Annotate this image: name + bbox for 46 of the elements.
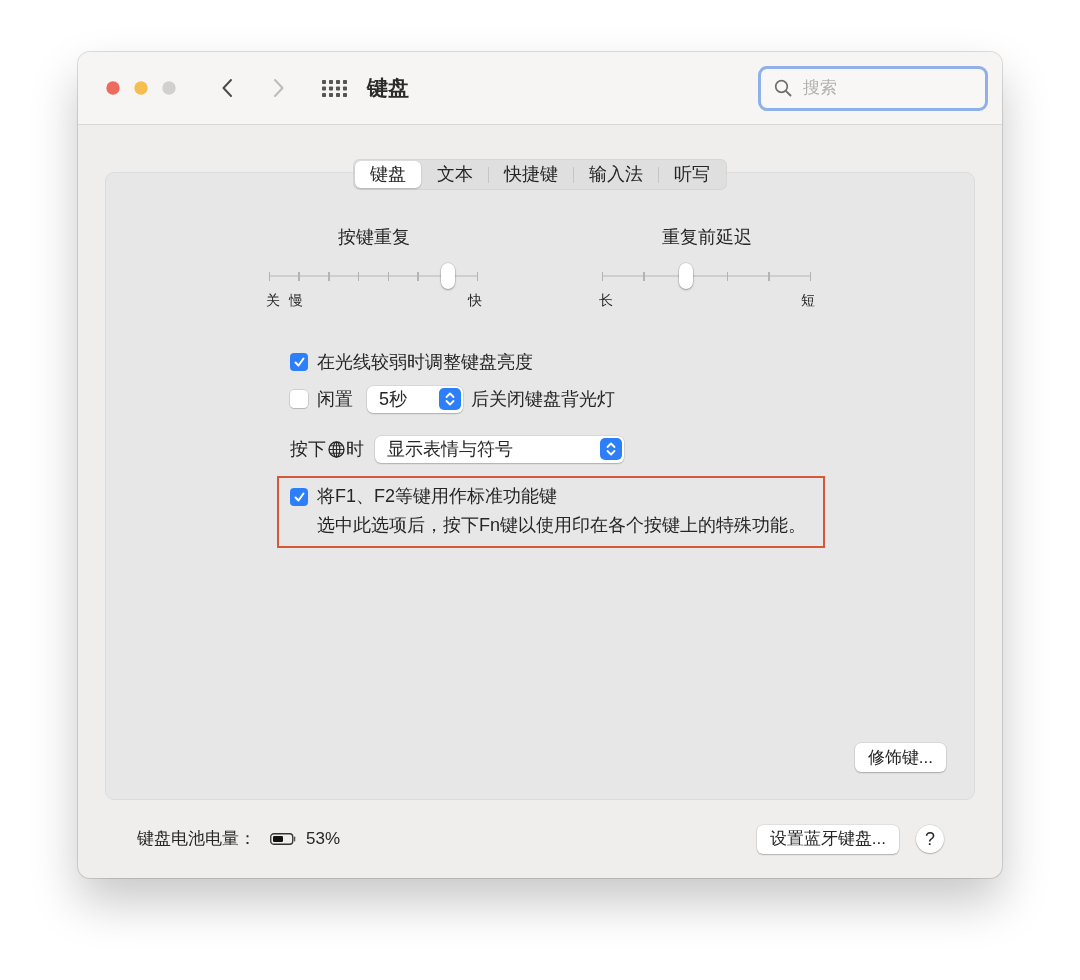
checkbox-label: 闲置 <box>317 387 353 411</box>
tab[interactable]: 输入法 <box>574 161 658 188</box>
window-title: 键盘 <box>367 75 409 102</box>
checkbox[interactable] <box>290 487 308 506</box>
checkbox[interactable] <box>290 353 308 371</box>
checkmark-icon <box>292 356 306 368</box>
slider-thumb[interactable] <box>678 263 693 289</box>
checkbox-label: 在光线较弱时调整键盘亮度 <box>317 350 533 374</box>
close-button[interactable] <box>106 81 120 95</box>
slider-track[interactable] <box>602 263 811 289</box>
tab[interactable]: 文本 <box>422 161 488 188</box>
option-description: 选中此选项后，按下Fn键以使用印在各个按键上的特殊功能。 <box>316 514 807 537</box>
modifier-keys-button[interactable]: 修饰键... <box>854 743 946 772</box>
slider-track[interactable] <box>269 263 478 289</box>
bluetooth-keyboard-button[interactable]: 设置蓝牙键盘... <box>756 824 899 854</box>
battery-icon <box>270 833 296 845</box>
option-label: 后关闭键盘背光灯 <box>471 387 615 411</box>
popup-button[interactable]: 显示表情与符号 <box>375 435 624 463</box>
search-field[interactable]: 搜索 <box>758 65 988 111</box>
popup-button[interactable]: 5秒 <box>367 385 463 413</box>
minimize-button[interactable] <box>134 81 148 95</box>
chevron-updown-icon <box>439 388 461 410</box>
battery-label: 键盘电池电量： <box>137 828 256 851</box>
grid-icon[interactable] <box>322 79 347 97</box>
scale-label: 长 <box>598 291 613 309</box>
scale-label: 关 <box>265 291 280 309</box>
option-label: 按下 <box>290 437 326 461</box>
scale-label: 快 <box>467 291 482 309</box>
scale-label: 慢 <box>288 291 303 309</box>
chevron-updown-icon <box>600 438 622 460</box>
battery-reading: 53% <box>306 828 341 851</box>
option-label: 时 <box>346 437 364 461</box>
slider-thumb[interactable] <box>441 263 456 289</box>
tab[interactable]: 听写 <box>659 161 725 188</box>
checkbox[interactable] <box>290 390 308 408</box>
slider-title: 重复前延迟 <box>660 227 753 247</box>
tab[interactable]: 键盘 <box>355 161 421 188</box>
help-button[interactable]: ? <box>916 825 944 853</box>
slider-title: 按键重复 <box>336 227 411 247</box>
scale-label: 短 <box>800 291 815 309</box>
checkbox-label: 将F1、F2等键用作标准功能键 <box>317 485 557 508</box>
checkmark-icon <box>292 490 306 503</box>
search-icon <box>774 78 792 97</box>
tab[interactable]: 快捷键 <box>489 161 573 188</box>
globe-icon <box>328 440 345 458</box>
back-chevron-icon[interactable] <box>221 78 233 98</box>
